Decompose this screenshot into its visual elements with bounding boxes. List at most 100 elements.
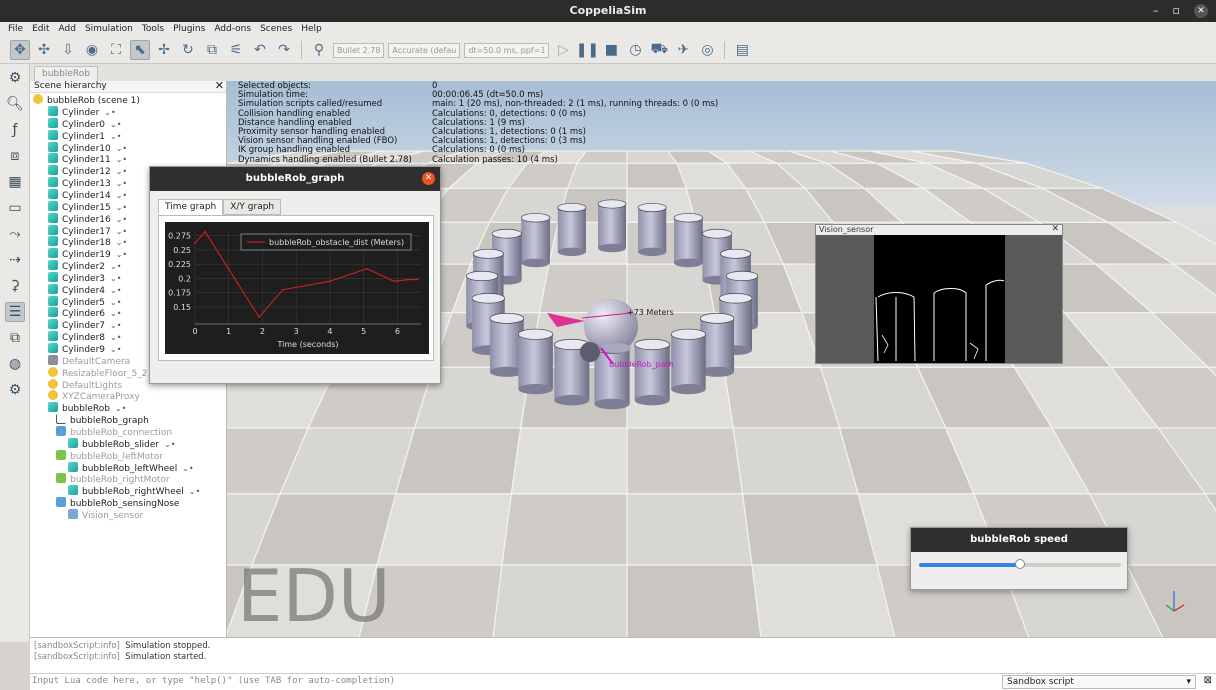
search-icon[interactable]: 🔍︎ bbox=[5, 94, 25, 114]
tree-item[interactable]: Cylinder3 ⌄• bbox=[48, 271, 121, 284]
tree-item[interactable]: bubbleRob_slider ⌄• bbox=[68, 437, 176, 450]
menu-scenes[interactable]: Scenes bbox=[260, 22, 292, 37]
tree-item[interactable]: Cylinder9 ⌄• bbox=[48, 343, 121, 355]
physics-engine-select[interactable]: Bullet 2.78 bbox=[333, 42, 385, 58]
close-icon[interactable]: ⊠ bbox=[1204, 675, 1212, 686]
undo-icon[interactable]: ↶ bbox=[250, 40, 270, 60]
tree-item[interactable]: Cylinder5 ⌄• bbox=[48, 295, 121, 308]
object-shift-icon[interactable]: ✢ bbox=[154, 40, 174, 60]
tree-item[interactable]: Cylinder18 ⌄• bbox=[48, 236, 127, 248]
camera-icon bbox=[48, 354, 58, 365]
script-select[interactable]: Sandbox script ▾ bbox=[1002, 675, 1196, 689]
tab-xy-graph[interactable]: X/Y graph bbox=[223, 199, 282, 215]
scripts-icon[interactable]: ▦ bbox=[5, 172, 25, 192]
model-browser-icon[interactable]: ⚳ bbox=[5, 276, 25, 296]
time-graph-chart: 0 1 2 3 4 5 6 0.15 0.175 0.2 0.225 0.25 0.275 Time (s… bbox=[165, 222, 429, 354]
pause-icon[interactable]: ❚❚ bbox=[576, 40, 599, 60]
menu-add[interactable]: Add bbox=[59, 22, 76, 37]
realtime-icon[interactable]: ◷ bbox=[625, 40, 645, 60]
user-settings-icon[interactable]: ⚙ bbox=[5, 380, 25, 400]
object-rotate-icon[interactable]: ↻ bbox=[178, 40, 198, 60]
maximize-icon[interactable]: ▫ bbox=[1173, 0, 1180, 22]
fit-to-view-icon[interactable]: ⛶ bbox=[106, 40, 126, 60]
tree-item[interactable]: Cylinder1 ⌄• bbox=[48, 129, 121, 142]
play-icon[interactable]: ▷ bbox=[553, 40, 573, 60]
camera-zoom-icon[interactable]: ◉ bbox=[82, 40, 102, 60]
layers-icon[interactable]: ⧉ bbox=[5, 328, 25, 348]
tree-item[interactable]: Cylinder14 ⌄• bbox=[48, 188, 127, 201]
tree-item[interactable]: Cylinder12 ⌄• bbox=[48, 165, 127, 177]
slower-icon[interactable]: ⛟ bbox=[649, 40, 669, 60]
tree-item[interactable]: bubbleRob_sensingNose bbox=[56, 497, 179, 509]
tree-item[interactable]: Cylinder8 ⌄• bbox=[48, 331, 121, 343]
camera-rotate-icon[interactable]: ✣ bbox=[34, 40, 54, 60]
tree-item[interactable]: Cylinder0 ⌄• bbox=[48, 117, 121, 130]
path-edit-icon[interactable]: ⤳ bbox=[5, 224, 25, 244]
tree-item[interactable]: Cylinder7 ⌄• bbox=[48, 319, 121, 331]
tree-item[interactable]: bubbleRob_graph bbox=[56, 414, 149, 426]
scene-hierarchy-icon[interactable]: ☰ bbox=[5, 302, 25, 322]
close-icon[interactable]: ✕ bbox=[1194, 4, 1208, 18]
faster-icon[interactable]: ✈ bbox=[673, 40, 693, 60]
speed-slider[interactable] bbox=[919, 559, 1121, 569]
tab-bubblerob[interactable]: bubbleRob bbox=[34, 66, 98, 81]
menu-help[interactable]: Help bbox=[301, 22, 322, 37]
menu-file[interactable]: File bbox=[8, 22, 23, 37]
settings-icon[interactable]: ⚙ bbox=[5, 68, 25, 88]
tree-item[interactable]: ResizableFloor_5_2 bbox=[48, 366, 147, 379]
tree-item[interactable]: Cylinder11 ⌄• bbox=[48, 153, 127, 165]
tree-item[interactable]: Cylinder6 ⌄• bbox=[48, 307, 121, 319]
calculation-icon[interactable]: ƒ bbox=[5, 120, 25, 140]
camera-shift-icon[interactable]: ⇩ bbox=[58, 40, 78, 60]
menu-tools[interactable]: Tools bbox=[142, 22, 164, 37]
close-icon[interactable]: ✕ bbox=[1051, 224, 1059, 234]
script-link-icon: ⌄• bbox=[115, 202, 128, 212]
tree-item[interactable]: Cylinder15 ⌄• bbox=[48, 200, 128, 213]
accuracy-select[interactable]: Accurate (defau bbox=[388, 42, 461, 58]
menu-addons[interactable]: Add-ons bbox=[214, 22, 251, 37]
collections-icon[interactable]: ⧈ bbox=[5, 146, 25, 166]
cylinder-base bbox=[518, 383, 553, 395]
tab-time-graph[interactable]: Time graph bbox=[158, 199, 224, 215]
close-icon[interactable]: ✕ bbox=[215, 81, 224, 91]
tree-item[interactable]: DefaultCamera bbox=[48, 354, 130, 367]
lua-input[interactable]: Input Lua code here, or type "help()" (u… bbox=[32, 676, 395, 686]
tree-item[interactable]: bubbleRob_connection bbox=[56, 425, 172, 438]
close-icon[interactable]: ✕ bbox=[422, 172, 435, 185]
tree-root[interactable]: bubbleRob (scene 1) bbox=[33, 94, 140, 106]
tree-item[interactable]: Cylinder4 ⌄• bbox=[48, 283, 121, 296]
tree-item[interactable]: bubbleRob_rightMotor bbox=[56, 473, 170, 485]
tree-item[interactable]: Cylinder16 ⌄• bbox=[48, 212, 127, 225]
select-icon[interactable]: ⬉ bbox=[130, 40, 150, 60]
tree-item[interactable]: DefaultLights bbox=[48, 378, 122, 391]
redo-icon[interactable]: ↷ bbox=[274, 40, 294, 60]
tree-item[interactable]: Cylinder13 ⌄• bbox=[48, 177, 127, 189]
tree-item[interactable]: Cylinder2 ⌄• bbox=[48, 260, 121, 272]
tree-item[interactable]: bubbleRob ⌄• bbox=[48, 402, 126, 414]
camera-pan-icon[interactable]: ✥ bbox=[10, 40, 30, 60]
timestep-select[interactable]: dt=50.0 ms, ppf=1 bbox=[464, 42, 550, 58]
menu-edit[interactable]: Edit bbox=[32, 22, 49, 37]
menu-plugins[interactable]: Plugins bbox=[173, 22, 205, 37]
shape-edit-icon[interactable]: ▭ bbox=[5, 198, 25, 218]
tree-item[interactable]: XYZCameraProxy bbox=[48, 390, 140, 402]
tree-item[interactable]: bubbleRob_rightWheel ⌄• bbox=[68, 485, 200, 497]
tree-item[interactable]: Vision_sensor bbox=[68, 508, 143, 521]
selection-icon[interactable]: ⇢ bbox=[5, 250, 25, 270]
visualization-icon[interactable]: ◎ bbox=[697, 40, 717, 60]
tree-item[interactable]: Cylinder19 ⌄• bbox=[48, 248, 127, 260]
dynamics-settings-icon[interactable]: ⚲ bbox=[309, 40, 329, 60]
transfer-dna-icon[interactable]: ⚟ bbox=[226, 40, 246, 60]
speed-slider-handle[interactable] bbox=[1015, 559, 1025, 569]
stop-icon[interactable]: ■ bbox=[601, 40, 621, 60]
assemble-icon[interactable]: ⧉ bbox=[202, 40, 222, 60]
tree-item[interactable]: Cylinder17 ⌄• bbox=[48, 224, 127, 237]
tree-item[interactable]: bubbleRob_leftMotor bbox=[56, 449, 163, 462]
minimize-icon[interactable]: – bbox=[1153, 0, 1159, 22]
scene-icon[interactable]: ▤ bbox=[732, 40, 752, 60]
menu-simulation[interactable]: Simulation bbox=[85, 22, 133, 37]
tree-item[interactable]: Cylinder ⌄• bbox=[48, 106, 116, 118]
tree-item[interactable]: Cylinder10 ⌄• bbox=[48, 141, 127, 154]
tree-item[interactable]: bubbleRob_leftWheel ⌄• bbox=[68, 461, 194, 474]
video-recorder-icon[interactable]: ◍ bbox=[5, 354, 25, 374]
